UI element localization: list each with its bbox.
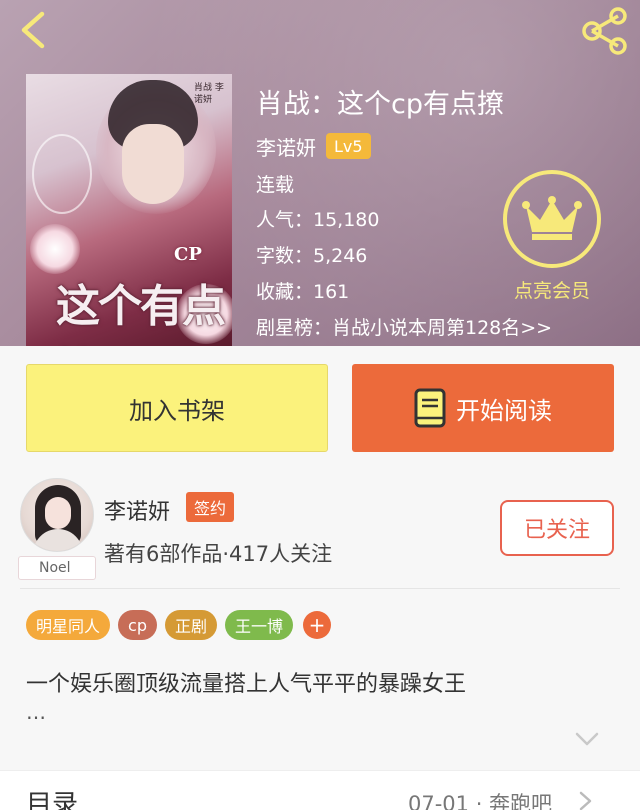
book-cover[interactable]: 肖战 李诺妍 CP 这个有点撩 bbox=[26, 74, 232, 346]
divider bbox=[20, 588, 620, 589]
start-reading-button[interactable]: 开始阅读 bbox=[352, 364, 614, 452]
vip-badge-circle bbox=[503, 170, 601, 268]
chevron-down-icon[interactable] bbox=[574, 730, 600, 748]
crown-icon bbox=[522, 196, 582, 240]
book-ranking-link[interactable]: 剧星榜：肖战小说本周第128名>> bbox=[256, 313, 552, 340]
avatar-tag: Noel bbox=[18, 556, 96, 580]
book-title: 肖战：这个cp有点撩 bbox=[256, 89, 504, 120]
book-word-count: 字数：5,246 bbox=[256, 245, 368, 267]
book-status: 连载 bbox=[256, 174, 295, 196]
follow-button[interactable]: 已关注 bbox=[500, 500, 614, 556]
tag-list: 明星同人 cp 正剧 王一博 + bbox=[26, 610, 331, 640]
author-name[interactable]: 李诺妍 bbox=[104, 494, 170, 526]
author-avatar[interactable] bbox=[20, 478, 94, 552]
chevron-right-icon[interactable] bbox=[578, 790, 594, 810]
tag-item[interactable]: 明星同人 bbox=[26, 610, 111, 640]
add-to-shelf-button[interactable]: 加入书架 bbox=[26, 364, 328, 452]
toc-label[interactable]: 目录 bbox=[26, 784, 78, 810]
vip-label: 点亮会员 bbox=[513, 280, 590, 302]
vip-activate-button[interactable]: 点亮会员 bbox=[500, 170, 604, 310]
signed-badge: 签约 bbox=[186, 492, 235, 522]
book-author-line: 李诺妍 Lv5 bbox=[256, 132, 371, 160]
back-icon[interactable] bbox=[14, 8, 54, 52]
cover-title-art: 这个有点撩 bbox=[56, 281, 226, 346]
avatar-face bbox=[45, 497, 71, 529]
tag-item[interactable]: 正剧 bbox=[164, 610, 217, 640]
toc-latest-chapter[interactable]: 07-01 · 奔跑吧 bbox=[408, 788, 552, 810]
cover-cp-text: CP bbox=[174, 244, 202, 265]
cover-figure-face bbox=[122, 124, 184, 204]
share-icon[interactable] bbox=[578, 6, 632, 56]
start-reading-label: 开始阅读 bbox=[456, 396, 552, 425]
book-description: 一个娱乐圈顶级流量搭上人气平平的暴躁女王 bbox=[26, 672, 467, 697]
author-level-badge: Lv5 bbox=[326, 133, 371, 159]
book-header: 肖战 李诺妍 CP 这个有点撩 肖战：这个cp有点撩 李诺妍 Lv5 连载 人气… bbox=[0, 0, 640, 346]
cover-author-tag: 肖战 李诺妍 bbox=[194, 83, 224, 105]
cover-clock-decoration bbox=[32, 134, 92, 214]
tag-item[interactable]: 王一博 bbox=[224, 610, 293, 640]
book-icon bbox=[414, 388, 446, 428]
description-ellipsis: … bbox=[26, 700, 46, 724]
author-stats: 著有6部作品·417人关注 bbox=[104, 542, 333, 566]
cover-flower bbox=[30, 224, 80, 274]
tag-item[interactable]: cp bbox=[118, 610, 157, 640]
book-popularity: 人气：15,180 bbox=[256, 209, 380, 231]
book-author-name[interactable]: 李诺妍 bbox=[256, 132, 316, 161]
add-tag-button[interactable]: + bbox=[303, 611, 331, 639]
book-favorites: 收藏：161 bbox=[256, 281, 350, 303]
